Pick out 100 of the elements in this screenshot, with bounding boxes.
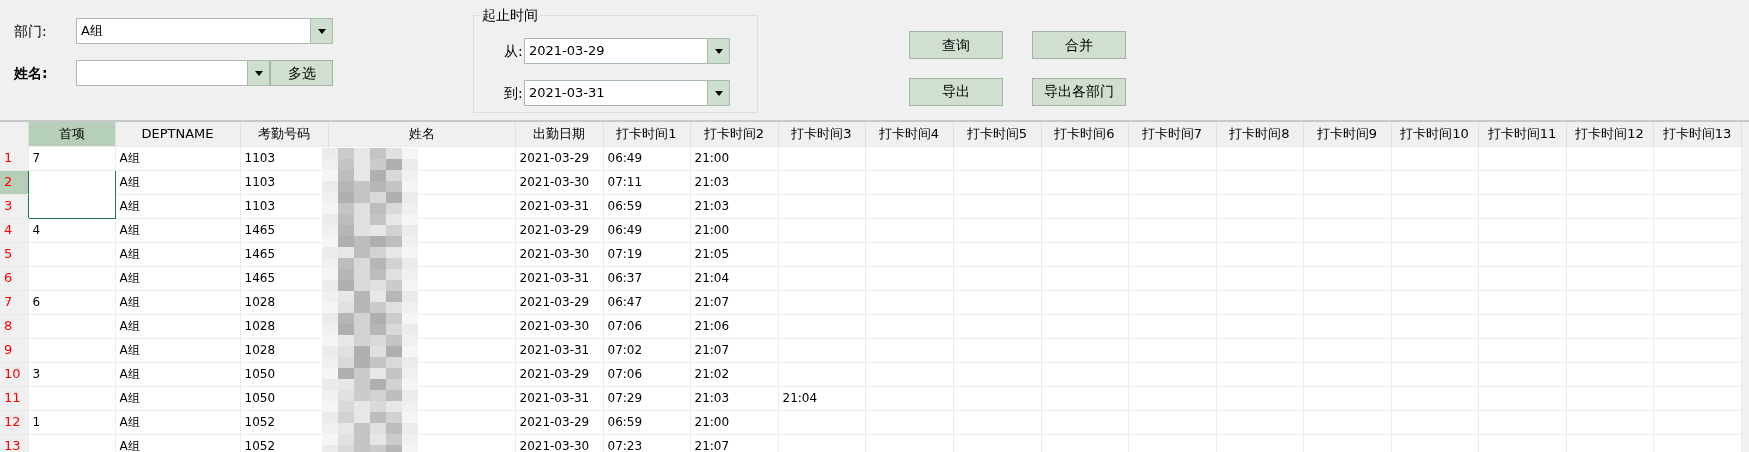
- column-header[interactable]: 首项: [28, 122, 115, 146]
- table-cell[interactable]: [28, 194, 115, 218]
- table-cell: 21:03: [694, 391, 730, 405]
- row-number[interactable]: 1: [0, 146, 28, 170]
- column-header[interactable]: 打卡时间3: [778, 122, 865, 146]
- row-number[interactable]: 10: [0, 362, 28, 386]
- table-cell: 2021-03-31: [519, 343, 590, 357]
- table-cell: 2021-03-31: [519, 271, 590, 285]
- table-cell: 2021-03-29: [519, 415, 590, 429]
- table-cell: 21:07: [694, 343, 730, 357]
- date-picker[interactable]: 2021-03-29: [524, 38, 730, 64]
- table-cell: 2021-03-31: [519, 391, 590, 405]
- table-cell: 21:00: [694, 151, 730, 165]
- table-cell: 07:06: [607, 367, 643, 381]
- table-cell: 07:29: [607, 391, 643, 405]
- column-header[interactable]: 打卡时间1: [603, 122, 690, 146]
- table-cell: 06:59: [607, 415, 643, 429]
- column-header[interactable]: 打卡时间11: [1478, 122, 1566, 146]
- table-cell: 1028: [244, 343, 276, 357]
- field-label: 从:: [504, 41, 524, 61]
- table-cell: 2021-03-29: [519, 223, 590, 237]
- table-cell: 1465: [244, 271, 276, 285]
- column-header[interactable]: 打卡时间5: [953, 122, 1041, 146]
- table-cell: 07:23: [607, 439, 643, 452]
- table-cell: A组: [119, 271, 140, 285]
- column-header[interactable]: 打卡时间7: [1128, 122, 1216, 146]
- action-button[interactable]: 导出: [909, 77, 1003, 106]
- table-cell: 2021-03-30: [519, 439, 590, 452]
- table-cell: A组: [119, 199, 140, 213]
- table-cell[interactable]: 4: [28, 218, 115, 242]
- row-number[interactable]: 7: [0, 290, 28, 314]
- table-cell: A组: [119, 223, 140, 237]
- column-header[interactable]: 打卡时间10: [1391, 122, 1478, 146]
- table-cell: 2021-03-29: [519, 295, 590, 309]
- table-cell: 2021-03-29: [519, 367, 590, 381]
- table-cell: 07:06: [607, 319, 643, 333]
- field-value: 2021-03-29: [529, 42, 605, 61]
- group-title: 起止时间: [480, 6, 540, 24]
- row-number[interactable]: 4: [0, 218, 28, 242]
- table-cell: A组: [119, 439, 140, 452]
- row-number[interactable]: 6: [0, 266, 28, 290]
- table-cell[interactable]: 3: [28, 362, 115, 386]
- column-header[interactable]: 打卡时间4: [865, 122, 953, 146]
- dropdown-caret-icon: [317, 28, 326, 34]
- table-cell: 1465: [244, 247, 276, 261]
- row-number[interactable]: 8: [0, 314, 28, 338]
- column-header[interactable]: 考勤号码: [240, 122, 328, 146]
- table-cell: 2021-03-30: [519, 319, 590, 333]
- dropdown-caret-icon: [714, 48, 723, 54]
- column-header[interactable]: 打卡时间9: [1303, 122, 1391, 146]
- table-cell: A组: [119, 391, 140, 405]
- table-cell: 06:59: [607, 199, 643, 213]
- table-cell[interactable]: 7: [28, 146, 115, 170]
- column-header[interactable]: 打卡时间12: [1566, 122, 1653, 146]
- column-header[interactable]: 打卡时间2: [690, 122, 778, 146]
- column-header[interactable]: 出勤日期: [515, 122, 603, 146]
- row-number[interactable]: 5: [0, 242, 28, 266]
- table-cell: 1028: [244, 295, 276, 309]
- table-cell: 1052: [244, 439, 276, 452]
- table-cell: A组: [119, 343, 140, 357]
- table-cell: 07:02: [607, 343, 643, 357]
- multi-select-button[interactable]: 多选: [270, 60, 333, 86]
- table-cell: 21:05: [694, 247, 730, 261]
- table-cell: A组: [119, 247, 140, 261]
- table-cell: 2021-03-31: [519, 199, 590, 213]
- row-number[interactable]: 3: [0, 194, 28, 218]
- row-number[interactable]: 12: [0, 410, 28, 434]
- department-dropdown[interactable]: A组: [76, 18, 333, 44]
- field-value: 2021-03-31: [529, 84, 605, 103]
- row-number[interactable]: 11: [0, 386, 28, 410]
- table-cell: 07:19: [607, 247, 643, 261]
- name-dropdown[interactable]: [76, 60, 270, 86]
- table-cell[interactable]: 6: [28, 290, 115, 314]
- table-cell: 2021-03-29: [519, 151, 590, 165]
- table-cell[interactable]: [28, 170, 115, 194]
- field-label: 部门:: [14, 21, 48, 41]
- column-header[interactable]: 打卡时间8: [1216, 122, 1303, 146]
- table-cell: 21:07: [694, 295, 730, 309]
- table-cell: 06:37: [607, 271, 643, 285]
- table-cell: 06:47: [607, 295, 643, 309]
- column-header[interactable]: 打卡时间13: [1653, 122, 1741, 146]
- table-cell: 2021-03-30: [519, 175, 590, 189]
- table-cell[interactable]: 1: [28, 410, 115, 434]
- action-button[interactable]: 导出各部门: [1032, 77, 1126, 106]
- table-cell: 06:49: [607, 151, 643, 165]
- table-cell: 21:07: [694, 439, 730, 452]
- date-picker[interactable]: 2021-03-31: [524, 80, 730, 106]
- table-cell: 1050: [244, 391, 276, 405]
- table-cell: 21:04: [782, 391, 818, 405]
- table-cell: 21:03: [694, 199, 730, 213]
- column-header[interactable]: 姓名: [328, 122, 515, 146]
- table-cell: 2021-03-30: [519, 247, 590, 261]
- row-number[interactable]: 9: [0, 338, 28, 362]
- column-header[interactable]: DEPTNAME: [115, 122, 240, 146]
- action-button[interactable]: 查询: [909, 31, 1003, 59]
- table-cell: 21:06: [694, 319, 730, 333]
- action-button[interactable]: 合并: [1032, 31, 1126, 59]
- column-header[interactable]: 打卡时间6: [1041, 122, 1128, 146]
- table-cell: A组: [119, 175, 140, 189]
- table-cell: 1103: [244, 151, 276, 165]
